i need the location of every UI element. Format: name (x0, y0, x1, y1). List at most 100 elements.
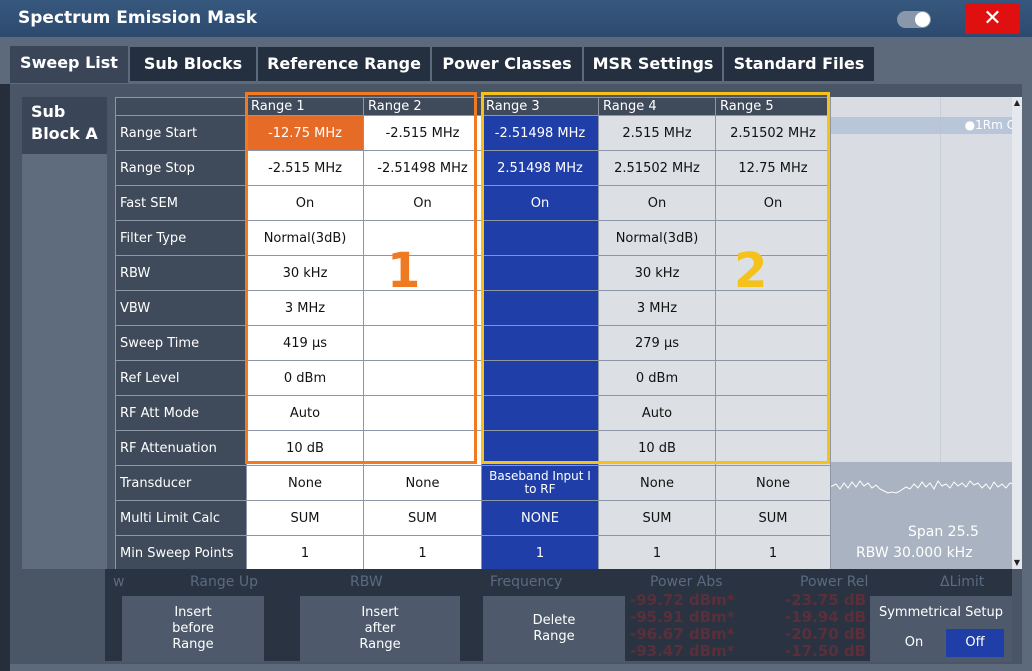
cell-rbw-3[interactable] (481, 255, 599, 291)
bg-header-rbw: RBW (350, 574, 383, 590)
tab-power-classes[interactable]: Power Classes (432, 47, 582, 81)
cell-range-stop-3[interactable]: 2.51498 MHz (481, 150, 599, 186)
column-header-range-4[interactable]: Range 4 (598, 97, 716, 116)
close-button[interactable]: ✕ (965, 3, 1020, 34)
symmetrical-on-button[interactable]: On (886, 631, 942, 655)
cell-rf-att-mode-4[interactable]: Auto (598, 395, 716, 431)
cell-sweep-time-5[interactable] (715, 325, 831, 361)
cell-rf-att-mode-3[interactable] (481, 395, 599, 431)
cell-range-start-4[interactable]: 2.515 MHz (598, 115, 716, 151)
cell-transducer-1[interactable]: None (246, 465, 364, 501)
column-header-range-1[interactable]: Range 1 (246, 97, 364, 116)
column-header-range-2[interactable]: Range 2 (363, 97, 482, 116)
cell-rbw-2[interactable] (363, 255, 482, 291)
cell-range-start-3[interactable]: -2.51498 MHz (481, 115, 599, 151)
cell-multi-limit-calc-5[interactable]: SUM (715, 500, 831, 536)
cell-filter-type-1[interactable]: Normal(3dB) (246, 220, 364, 256)
cell-min-sweep-points-4[interactable]: 1 (598, 535, 716, 571)
cell-ref-level-3[interactable] (481, 360, 599, 396)
cell-range-stop-4[interactable]: 2.51502 MHz (598, 150, 716, 186)
cell-rbw-1[interactable]: 30 kHz (246, 255, 364, 291)
scroll-down-icon[interactable]: ▼ (1012, 557, 1022, 569)
cell-transducer-2[interactable]: None (363, 465, 482, 501)
cell-range-start-1[interactable]: -12.75 MHz (246, 115, 364, 151)
cell-min-sweep-points-3[interactable]: 1 (481, 535, 599, 571)
annotation-number-1: 1 (387, 243, 421, 299)
cell-vbw-5[interactable] (715, 290, 831, 326)
cell-filter-type-5[interactable] (715, 220, 831, 256)
cell-transducer-4[interactable]: None (598, 465, 716, 501)
cell-fast-sem-2[interactable]: On (363, 185, 482, 221)
table-row: Filter Type Normal(3dB) Normal(3dB) (115, 220, 831, 256)
vertical-scrollbar[interactable]: ▲ ▼ (1012, 97, 1022, 569)
scroll-up-icon[interactable]: ▲ (1012, 97, 1022, 109)
cell-fast-sem-1[interactable]: On (246, 185, 364, 221)
cell-rf-attenuation-2[interactable] (363, 430, 482, 466)
cell-range-start-2[interactable]: -2.515 MHz (363, 115, 482, 151)
cell-range-stop-1[interactable]: -2.515 MHz (246, 150, 364, 186)
cell-ref-level-1[interactable]: 0 dBm (246, 360, 364, 396)
cell-rbw-5[interactable] (715, 255, 831, 291)
cell-rf-attenuation-1[interactable]: 10 dB (246, 430, 364, 466)
cell-vbw-2[interactable] (363, 290, 482, 326)
insert-before-range-button[interactable]: Insert before Range (122, 596, 264, 662)
symmetrical-off-button[interactable]: Off (946, 629, 1004, 657)
column-header-range-3[interactable]: Range 3 (481, 97, 599, 116)
row-label-ref-level: Ref Level (115, 360, 247, 396)
cell-range-stop-2[interactable]: -2.51498 MHz (363, 150, 482, 186)
row-label-filter-type: Filter Type (115, 220, 247, 256)
tab-sweep-list[interactable]: Sweep List (10, 46, 128, 83)
cell-rf-att-mode-1[interactable]: Auto (246, 395, 364, 431)
cell-min-sweep-points-1[interactable]: 1 (246, 535, 364, 571)
cell-vbw-1[interactable]: 3 MHz (246, 290, 364, 326)
cell-range-start-5[interactable]: 2.51502 MHz (715, 115, 831, 151)
cell-vbw-4[interactable]: 3 MHz (598, 290, 716, 326)
tab-msr-settings[interactable]: MSR Settings (584, 47, 722, 81)
cell-sweep-time-2[interactable] (363, 325, 482, 361)
row-label-multi-limit-calc: Multi Limit Calc (115, 500, 247, 536)
cell-min-sweep-points-5[interactable]: 1 (715, 535, 831, 571)
column-header-range-5[interactable]: Range 5 (715, 97, 831, 116)
cell-ref-level-5[interactable] (715, 360, 831, 396)
background-strip (0, 84, 10, 671)
tab-standard-files[interactable]: Standard Files (724, 47, 874, 81)
subblock-tab-a[interactable]: Sub Block A (22, 97, 107, 154)
cell-ref-level-4[interactable]: 0 dBm (598, 360, 716, 396)
cell-rf-attenuation-3[interactable] (481, 430, 599, 466)
cell-rf-attenuation-4[interactable]: 10 dB (598, 430, 716, 466)
cell-transducer-5[interactable]: None (715, 465, 831, 501)
cell-sweep-time-4[interactable]: 279 µs (598, 325, 716, 361)
cell-rf-att-mode-5[interactable] (715, 395, 831, 431)
delete-range-button[interactable]: Delete Range (483, 596, 625, 662)
cell-sweep-time-3[interactable] (481, 325, 599, 361)
cell-multi-limit-calc-1[interactable]: SUM (246, 500, 364, 536)
cell-fast-sem-5[interactable]: On (715, 185, 831, 221)
tab-reference-range[interactable]: Reference Range (258, 47, 430, 81)
insert-after-range-button[interactable]: Insert after Range (300, 596, 460, 662)
table-row: Fast SEM On On On On On (115, 185, 831, 221)
cell-ref-level-2[interactable] (363, 360, 482, 396)
cell-rf-attenuation-5[interactable] (715, 430, 831, 466)
cell-sweep-time-1[interactable]: 419 µs (246, 325, 364, 361)
tab-sub-blocks[interactable]: Sub Blocks (130, 47, 256, 81)
cell-filter-type-3[interactable] (481, 220, 599, 256)
bg-abs-value: -96.67 dBm* (630, 625, 735, 643)
cell-fast-sem-3[interactable]: On (481, 185, 599, 221)
row-label-rbw: RBW (115, 255, 247, 291)
cell-fast-sem-4[interactable]: On (598, 185, 716, 221)
cell-range-stop-5[interactable]: 12.75 MHz (715, 150, 831, 186)
spectrum-trace (830, 480, 1019, 494)
cell-rbw-4[interactable]: 30 kHz (598, 255, 716, 291)
cell-filter-type-4[interactable]: Normal(3dB) (598, 220, 716, 256)
cell-rf-att-mode-2[interactable] (363, 395, 482, 431)
cell-min-sweep-points-2[interactable]: 1 (363, 535, 482, 571)
cell-multi-limit-calc-3[interactable]: NONE (481, 500, 599, 536)
cell-multi-limit-calc-2[interactable]: SUM (363, 500, 482, 536)
cell-filter-type-2[interactable] (363, 220, 482, 256)
cell-transducer-3[interactable]: Baseband Input I to RF (481, 465, 599, 501)
toggle-icon[interactable] (897, 11, 931, 28)
cell-vbw-3[interactable] (481, 290, 599, 326)
cell-multi-limit-calc-4[interactable]: SUM (598, 500, 716, 536)
table-row: RF Att Mode Auto Auto (115, 395, 831, 431)
close-icon: ✕ (983, 6, 1002, 31)
